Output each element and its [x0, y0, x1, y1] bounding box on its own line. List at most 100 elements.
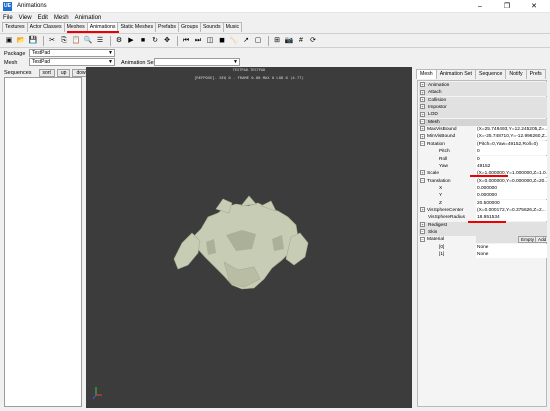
cut-icon[interactable]: ✂: [47, 36, 57, 46]
loop-icon[interactable]: ↻: [150, 36, 160, 46]
property-row[interactable]: Roll 0: [419, 155, 547, 163]
property-value[interactable]: 49152: [476, 162, 547, 170]
animation-set-combo[interactable]: ▼: [154, 58, 240, 66]
new-package-icon[interactable]: ▣: [4, 36, 14, 46]
expand-icon[interactable]: +: [420, 89, 425, 95]
tab-textures[interactable]: Textures: [2, 22, 28, 32]
property-value[interactable]: None: [476, 251, 547, 259]
property-category[interactable]: + Impostor: [419, 104, 547, 112]
property-category[interactable]: − Mesh: [419, 118, 547, 126]
next-frame-icon[interactable]: ⏭: [193, 36, 203, 46]
tab-mesh[interactable]: Mesh: [416, 69, 437, 79]
property-value[interactable]: (X=0.000172,Y=0.375626,Z=2...: [476, 206, 547, 214]
property-category[interactable]: + Collision: [419, 96, 547, 104]
property-row[interactable]: − Translation (X=0.000000,Y=0.000000,Z=20.…: [419, 177, 547, 185]
expand-icon[interactable]: +: [420, 133, 425, 139]
camera-icon[interactable]: 📷: [284, 36, 294, 46]
open-icon[interactable]: 📂: [16, 36, 26, 46]
menu-edit[interactable]: Edit: [35, 15, 51, 21]
property-value[interactable]: 0: [476, 148, 547, 156]
menu-mesh[interactable]: Mesh: [51, 15, 72, 21]
property-row[interactable]: Yaw 49152: [419, 162, 547, 170]
property-row[interactable]: [0] None: [419, 243, 547, 251]
properties-icon[interactable]: ☰: [95, 36, 105, 46]
property-row[interactable]: − Material Empty Add: [419, 236, 547, 244]
expand-icon[interactable]: +: [420, 111, 425, 117]
property-category[interactable]: + Animation: [419, 82, 547, 89]
property-row[interactable]: [1] None: [419, 251, 547, 259]
move-icon[interactable]: ✥: [162, 36, 172, 46]
property-value[interactable]: (X=-25.748710,Y=-12.996260,Z...: [476, 133, 547, 141]
normals-icon[interactable]: ↗: [241, 36, 251, 46]
tab-music[interactable]: Music: [222, 22, 243, 32]
tab-prefs[interactable]: Prefs: [525, 69, 546, 79]
property-category[interactable]: + LOD: [419, 111, 547, 119]
property-value[interactable]: 0.000000: [476, 192, 547, 200]
add-button[interactable]: Add: [535, 236, 547, 244]
up-button[interactable]: up: [56, 68, 71, 77]
expand-icon[interactable]: +: [420, 104, 425, 110]
lod-icon[interactable]: ⊞: [272, 36, 282, 46]
property-value[interactable]: 20.500000: [476, 199, 547, 207]
close-button[interactable]: ✕: [523, 0, 545, 13]
property-row[interactable]: + VisSphereCenter (X=0.000172,Y=0.375626,Z…: [419, 206, 547, 214]
paste-icon[interactable]: 📋: [71, 36, 81, 46]
collapse-icon[interactable]: −: [420, 236, 425, 242]
property-row[interactable]: + MaxVisBound (X=25.748493,Y=12.245205,Z=.…: [419, 126, 547, 134]
grid-icon[interactable]: #: [296, 36, 306, 46]
play-icon[interactable]: ▶: [126, 36, 136, 46]
collapse-icon[interactable]: −: [420, 118, 425, 124]
tool-icon[interactable]: ⚙: [114, 36, 124, 46]
expand-icon[interactable]: +: [420, 207, 425, 213]
find-icon[interactable]: 🔍: [83, 36, 93, 46]
property-row[interactable]: Z 20.500000: [419, 199, 547, 207]
property-category[interactable]: − Skin: [419, 229, 547, 236]
mesh-combo[interactable]: TestPad ▼: [29, 58, 115, 66]
property-value[interactable]: (X=25.748493,Y=12.245205,Z=...: [476, 126, 547, 134]
sort-button[interactable]: sort: [38, 68, 55, 77]
expand-icon[interactable]: +: [420, 221, 425, 227]
tab-notify[interactable]: Notify: [505, 69, 527, 79]
collapse-icon[interactable]: −: [420, 229, 425, 235]
expand-icon[interactable]: +: [420, 126, 425, 132]
package-combo[interactable]: TestPad ▼: [29, 49, 115, 57]
property-row[interactable]: X 0.000000: [419, 184, 547, 192]
property-row[interactable]: Pitch 0: [419, 148, 547, 156]
prev-frame-icon[interactable]: ⏮: [181, 36, 191, 46]
tab-animation-set[interactable]: Animation Set: [435, 69, 476, 79]
mesh-viewport[interactable]: TESTPAD.TESTPAD [REFPOSE]. SEQ 0 . FRAME…: [86, 67, 412, 408]
collapse-icon[interactable]: −: [420, 177, 425, 183]
property-value[interactable]: (X=0.000000,Y=0.000000,Z=20...: [476, 177, 547, 185]
collapse-icon[interactable]: −: [420, 141, 425, 147]
menu-file[interactable]: File: [0, 15, 16, 21]
refresh-icon[interactable]: ⟳: [308, 36, 318, 46]
tab-groups[interactable]: Groups: [177, 22, 201, 32]
tab-sequence[interactable]: Sequence: [474, 69, 507, 79]
sequences-list[interactable]: [4, 77, 82, 407]
tab-static-meshes[interactable]: Static Meshes: [117, 22, 157, 32]
tab-sounds[interactable]: Sounds: [199, 22, 224, 32]
property-value[interactable]: 0.000000: [476, 184, 547, 192]
expand-icon[interactable]: +: [420, 96, 425, 102]
expand-icon[interactable]: +: [420, 82, 425, 88]
stop-icon[interactable]: ■: [138, 36, 148, 46]
minimize-button[interactable]: –: [469, 0, 491, 13]
property-value[interactable]: None: [476, 243, 547, 251]
save-icon[interactable]: 💾: [28, 36, 38, 46]
menu-animation[interactable]: Animation: [72, 15, 105, 21]
solid-icon[interactable]: ◼: [217, 36, 227, 46]
property-value[interactable]: (Pitch=0,Yaw=49152,Roll=0): [476, 140, 547, 148]
property-row[interactable]: Y 0.000000: [419, 192, 547, 200]
maximize-button[interactable]: ❐: [496, 0, 518, 13]
property-row[interactable]: + MinVisBound (X=-25.748710,Y=-12.996260,Z…: [419, 133, 547, 141]
property-row[interactable]: − Rotation (Pitch=0,Yaw=49152,Roll=0): [419, 140, 547, 148]
copy-icon[interactable]: ⎘: [59, 36, 69, 46]
tab-prefabs[interactable]: Prefabs: [155, 22, 179, 32]
bone-icon[interactable]: 🦴: [229, 36, 239, 46]
menu-view[interactable]: View: [16, 15, 35, 21]
wireframe-icon[interactable]: ◫: [205, 36, 215, 46]
bounds-icon[interactable]: ▢: [253, 36, 263, 46]
property-category[interactable]: + Attach: [419, 89, 547, 97]
tab-actor-classes[interactable]: Actor Classes: [26, 22, 65, 32]
expand-icon[interactable]: +: [420, 170, 425, 176]
